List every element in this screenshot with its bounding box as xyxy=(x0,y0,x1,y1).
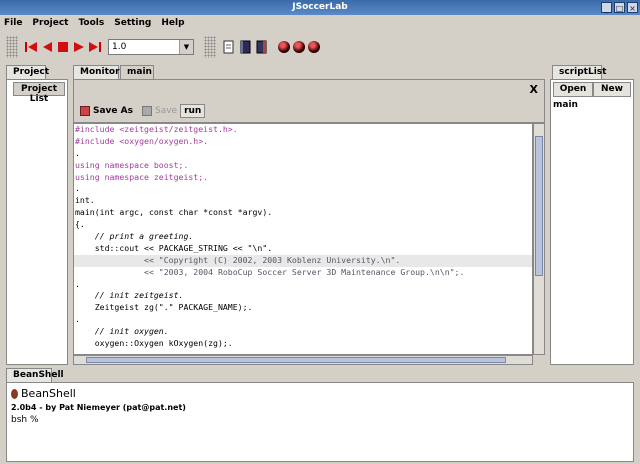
editor-toolbar: X Save As Save run xyxy=(73,79,545,123)
book-icon[interactable] xyxy=(238,40,252,54)
code-line: #include <oxygen/oxygen.h>. xyxy=(75,135,209,146)
code-line: main(int argc, const char *const *argv). xyxy=(75,207,273,218)
menu-bar: File Project Tools Setting Help xyxy=(0,15,640,30)
tab-monitor[interactable]: Monitor xyxy=(73,65,120,79)
new-document-icon[interactable] xyxy=(222,40,236,54)
close-editor-button[interactable]: X xyxy=(530,83,538,96)
beanshell-version: 2.0b4 - by Pat Niemeyer (pat@pat.net) xyxy=(11,403,186,412)
skip-back-icon[interactable] xyxy=(24,40,38,54)
code-line: . xyxy=(75,147,80,158)
save-as-button[interactable]: Save As xyxy=(93,106,133,116)
save-button[interactable]: Save xyxy=(155,106,177,116)
script-list-panel: scriptList Open New main xyxy=(550,65,634,365)
step-back-icon[interactable] xyxy=(40,40,54,54)
robot-ball-icon-2[interactable] xyxy=(293,41,305,53)
project-panel: Project Project List xyxy=(6,65,68,365)
code-line: // init oxygen. xyxy=(75,326,169,337)
menu-file[interactable]: File xyxy=(4,18,22,28)
code-line: // print a greeting. xyxy=(75,231,194,242)
window-title: JSoccerLab xyxy=(292,2,348,12)
code-line: // init zeitgeist. xyxy=(75,290,184,301)
maximize-button[interactable]: □ xyxy=(614,2,625,13)
code-line: using namespace zeitgeist;. xyxy=(75,171,209,182)
code-line: {. xyxy=(75,219,85,230)
code-line: . xyxy=(75,314,80,325)
beanshell-console[interactable]: BeanShell 2.0b4 - by Pat Niemeyer (pat@p… xyxy=(6,382,634,462)
toolbar-grip-2[interactable] xyxy=(204,36,216,58)
code-editor[interactable]: #include <zeitgeist/zeitgeist.h>. #inclu… xyxy=(73,123,533,355)
minimize-button[interactable]: _ xyxy=(601,2,612,13)
bean-icon xyxy=(11,388,18,399)
code-line-highlighted: << "Copyright (C) 2002, 2003 Koblenz Uni… xyxy=(74,254,532,267)
vertical-scrollbar[interactable] xyxy=(533,123,545,355)
code-line: oxygen::Oxygen kOxygen(zg);. xyxy=(75,338,233,349)
code-line: std::cout << PACKAGE_STRING << "\n". xyxy=(75,242,273,253)
tab-main[interactable]: main xyxy=(120,65,154,79)
horizontal-scrollbar[interactable] xyxy=(73,355,533,365)
speed-value: 1.0 xyxy=(112,42,127,52)
script-list-body: Open New main xyxy=(550,79,634,365)
scroll-thumb[interactable] xyxy=(535,136,543,276)
play-icon[interactable] xyxy=(72,40,86,54)
tab-project-list[interactable]: Project List xyxy=(13,82,65,104)
list-item[interactable]: main xyxy=(553,100,578,110)
tab-beanshell[interactable]: BeanShell xyxy=(6,368,64,382)
project-panel-body: Project List xyxy=(6,79,68,365)
save-icon xyxy=(141,106,152,116)
new-button[interactable]: New xyxy=(593,82,631,97)
skip-forward-icon[interactable] xyxy=(88,40,102,54)
run-button[interactable]: run xyxy=(180,104,206,118)
book-open-icon[interactable] xyxy=(254,40,268,54)
beanshell-heading: BeanShell xyxy=(21,387,76,400)
menu-help[interactable]: Help xyxy=(161,18,184,28)
menu-setting[interactable]: Setting xyxy=(114,18,151,28)
chevron-down-icon[interactable]: ▼ xyxy=(179,40,193,54)
open-button[interactable]: Open xyxy=(553,82,593,97)
code-line: Zeitgeist zg("." PACKAGE_NAME);. xyxy=(75,302,253,313)
main-toolbar: 1.0 ▼ xyxy=(0,32,640,62)
robot-ball-icon[interactable] xyxy=(278,41,290,53)
scroll-thumb[interactable] xyxy=(86,357,506,363)
tab-script-list[interactable]: scriptList xyxy=(552,65,606,79)
tab-project[interactable]: Project xyxy=(6,65,49,79)
beanshell-prompt[interactable]: bsh % xyxy=(11,415,629,425)
toolbar-grip[interactable] xyxy=(6,36,18,58)
stop-icon[interactable] xyxy=(56,40,70,54)
beanshell-panel: BeanShell BeanShell 2.0b4 - by Pat Nieme… xyxy=(0,368,640,464)
robot-ball-icon-3[interactable] xyxy=(308,41,320,53)
menu-tools[interactable]: Tools xyxy=(78,18,104,28)
code-line: . xyxy=(75,183,80,194)
code-line: #include <zeitgeist/zeitgeist.h>. xyxy=(75,124,238,134)
editor-panel: Monitor main X Save As Save run #include… xyxy=(73,65,545,365)
title-bar: JSoccerLab _ □ × xyxy=(0,0,640,15)
close-button[interactable]: × xyxy=(627,2,638,13)
speed-select[interactable]: 1.0 ▼ xyxy=(108,39,194,55)
code-line: << "2003, 2004 RoboCup Soccer Server 3D … xyxy=(75,266,465,277)
code-line: int. xyxy=(75,195,95,206)
code-line: using namespace boost;. xyxy=(75,159,189,170)
menu-project[interactable]: Project xyxy=(32,18,68,28)
code-line: . xyxy=(75,278,80,289)
save-as-icon xyxy=(80,106,90,116)
